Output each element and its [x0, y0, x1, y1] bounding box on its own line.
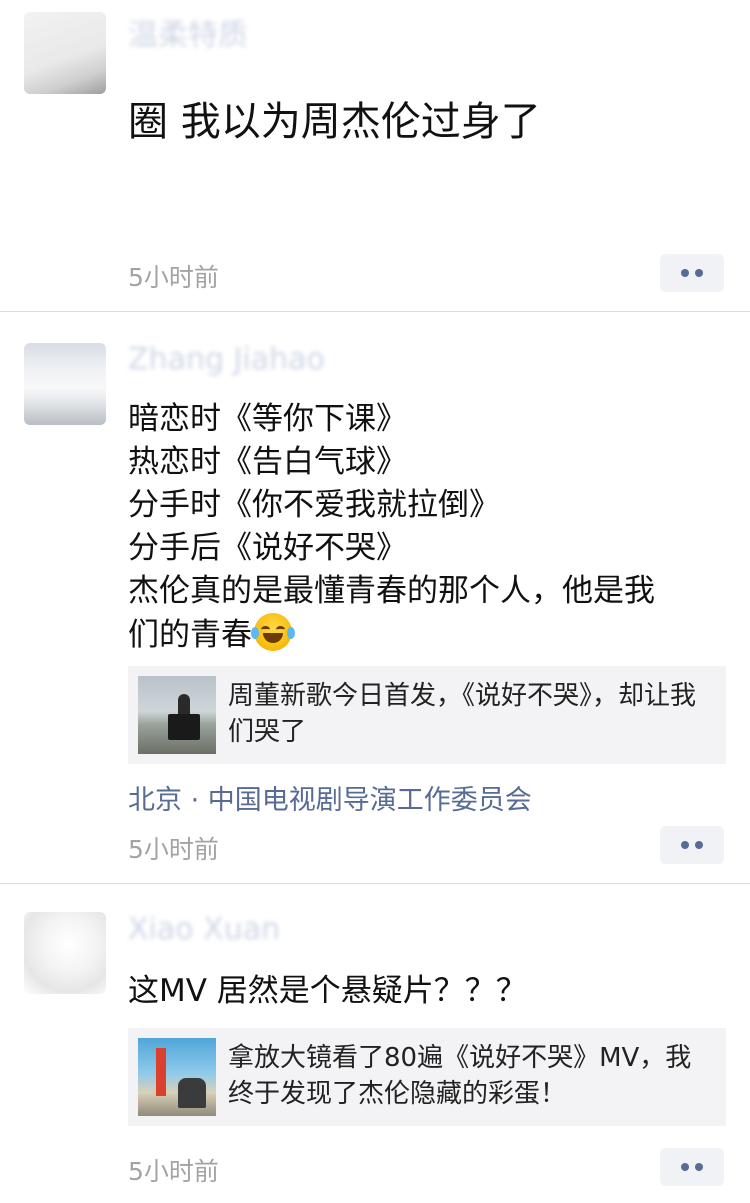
post-content: 圈 我以为周杰伦过身了	[128, 96, 728, 148]
post-text-line: 热恋时《告白气球》	[128, 444, 407, 480]
dot-icon	[695, 1163, 703, 1171]
avatar[interactable]	[24, 343, 106, 425]
post-content: 暗恋时《等你下课》 热恋时《告白气球》 分手时《你不爱我就拉倒》 分手后《说好不…	[128, 398, 728, 657]
post-time: 5小时前	[128, 835, 219, 864]
moment-post: 温柔特质 圈 我以为周杰伦过身了 5小时前	[0, 0, 750, 311]
more-actions-button[interactable]	[660, 254, 724, 292]
post-content: 这MV 居然是个悬疑片？？？	[128, 970, 728, 1013]
post-time: 5小时前	[128, 263, 219, 292]
dot-icon	[681, 841, 689, 849]
post-text-line: 这MV 居然是个悬疑片？？？	[128, 973, 527, 1009]
post-text-line: 圈 我以为周杰伦过身了	[128, 99, 541, 145]
link-title: 周董新歌今日首发，《说好不哭》，却让我们哭了	[228, 681, 697, 747]
more-actions-button[interactable]	[660, 1148, 724, 1186]
post-text-line: 分手时《你不爱我就拉倒》	[128, 487, 500, 523]
author-name[interactable]: Zhang Jiahao	[128, 342, 325, 377]
moment-post: Zhang Jiahao 暗恋时《等你下课》 热恋时《告白气球》 分手时《你不爱…	[0, 312, 750, 883]
author-name[interactable]: Xiao Xuan	[128, 912, 280, 947]
dot-icon	[695, 269, 703, 277]
link-thumbnail	[138, 1038, 216, 1116]
post-text-fragment: 们的青春	[128, 617, 252, 653]
avatar[interactable]	[24, 12, 106, 94]
link-title: 拿放大镜看了80遍《说好不哭》MV，我终于发现了杰伦隐藏的彩蛋！	[228, 1043, 692, 1109]
tears-of-joy-emoji-icon	[251, 613, 295, 651]
shared-link-card[interactable]: 拿放大镜看了80遍《说好不哭》MV，我终于发现了杰伦隐藏的彩蛋！	[128, 1028, 726, 1126]
author-name[interactable]: 温柔特质	[128, 10, 248, 54]
avatar[interactable]	[24, 912, 106, 994]
post-time: 5小时前	[128, 1157, 219, 1186]
shared-link-card[interactable]: 周董新歌今日首发，《说好不哭》，却让我们哭了	[128, 666, 726, 764]
dot-icon	[681, 269, 689, 277]
post-text-line: 暗恋时《等你下课》	[128, 401, 407, 437]
post-text-line: 杰伦真的是最懂青春的那个人，他是我	[128, 573, 655, 609]
more-actions-button[interactable]	[660, 826, 724, 864]
post-text-line: 们的青春	[128, 613, 728, 657]
location-link[interactable]: 北京 · 中国电视剧导演工作委员会	[128, 778, 532, 817]
dot-icon	[681, 1163, 689, 1171]
link-thumbnail	[138, 676, 216, 754]
dot-icon	[695, 841, 703, 849]
moment-post: Xiao Xuan 这MV 居然是个悬疑片？？？ 拿放大镜看了80遍《说好不哭》…	[0, 884, 750, 1203]
post-text-line: 分手后《说好不哭》	[128, 530, 407, 566]
